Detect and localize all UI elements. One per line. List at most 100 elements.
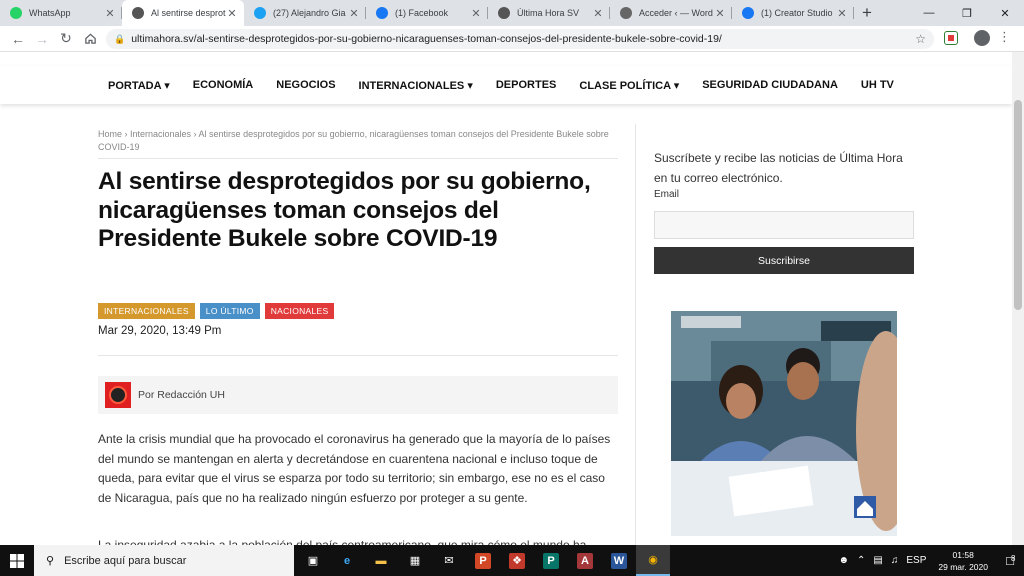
taskbar-clock[interactable]: 01:58 29 mar. 2020 xyxy=(938,549,988,573)
forward-button[interactable]: → xyxy=(30,27,54,51)
tab-label: (1) Facebook xyxy=(395,8,449,18)
category-tag[interactable]: INTERNACIONALES xyxy=(98,303,195,319)
category-tag[interactable]: LO ÚLTIMO xyxy=(199,303,260,319)
profile-avatar[interactable] xyxy=(974,30,990,46)
people-icon[interactable]: ☻ xyxy=(838,555,849,566)
nav-item[interactable]: PORTADA ▾ xyxy=(108,79,170,92)
word-taskbar-button[interactable]: W xyxy=(602,545,636,576)
page-scrollbar[interactable] xyxy=(1012,52,1024,545)
tab-label: Al sentirse desprot xyxy=(151,8,226,18)
language-indicator[interactable]: ESP xyxy=(906,555,926,566)
browser-toolbar: ← → ↻ 🔒 ultimahora.sv/al-sentirse-despro… xyxy=(0,26,1024,52)
restore-window-button[interactable]: ❐ xyxy=(948,0,986,26)
date-divider xyxy=(98,355,618,356)
arrow-right-icon: → xyxy=(35,30,49,47)
article-paragraph-cut: La inseguridad azabia a la población del… xyxy=(98,538,587,545)
extension-icon[interactable] xyxy=(944,31,958,45)
article-date: Mar 29, 2020, 13:49 Pm xyxy=(98,325,222,337)
store-taskbar-button[interactable]: ▦ xyxy=(398,545,432,576)
nav-item[interactable]: CLASE POLÍTICA ▾ xyxy=(579,79,679,92)
access-taskbar-button[interactable]: A xyxy=(568,545,602,576)
chrome-taskbar-button[interactable]: ◉ xyxy=(636,545,670,576)
scrollbar-thumb[interactable] xyxy=(1014,100,1022,310)
twitter-icon xyxy=(254,7,266,19)
home-icon xyxy=(84,33,96,44)
browser-tab[interactable]: Al sentirse desprot ✕ xyxy=(122,0,244,26)
task-view-taskbar-button[interactable]: ▣ xyxy=(296,545,330,576)
windows-logo-icon xyxy=(10,553,24,568)
arrow-left-icon: ← xyxy=(11,30,25,47)
subscribe-button[interactable]: Suscribirse xyxy=(654,247,914,274)
edge-taskbar-button[interactable]: e xyxy=(330,545,364,576)
browser-tab[interactable]: (1) Creator Studio ✕ xyxy=(732,0,854,26)
close-tab-icon[interactable]: ✕ xyxy=(592,7,604,20)
tab-label: (1) Creator Studio xyxy=(761,8,833,18)
article-paragraph: Ante la crisis mundial que ha provocado … xyxy=(98,432,611,505)
edge-icon: e xyxy=(343,554,351,567)
tab-label: Acceder ‹ — Word xyxy=(639,8,713,18)
sidebar-divider xyxy=(635,124,636,545)
browser-tab[interactable]: (27) Alejandro Gia ✕ xyxy=(244,0,366,26)
bookmark-star-icon[interactable]: ☆ xyxy=(915,32,926,46)
nav-item[interactable]: NEGOCIOS xyxy=(276,79,335,91)
author-name[interactable]: Por Redacción UH xyxy=(138,389,225,401)
browser-tab[interactable]: (1) Facebook ✕ xyxy=(366,0,488,26)
address-bar[interactable]: 🔒 ultimahora.sv/al-sentirse-desprotegido… xyxy=(106,29,934,49)
nav-item[interactable]: INTERNACIONALES ▾ xyxy=(359,79,473,92)
tab-label: Última Hora SV xyxy=(517,8,580,18)
close-tab-icon[interactable]: ✕ xyxy=(104,7,116,20)
close-tab-icon[interactable]: ✕ xyxy=(348,7,360,20)
breadcrumb[interactable]: Home › Internacionales › Al sentirse des… xyxy=(98,128,618,154)
volume-icon[interactable]: ♫ xyxy=(891,555,899,566)
close-tab-icon[interactable]: ✕ xyxy=(226,7,238,20)
powerpoint-taskbar-button[interactable]: P xyxy=(466,545,500,576)
publisher-taskbar-button[interactable]: P xyxy=(534,545,568,576)
mail-taskbar-button[interactable]: ✉ xyxy=(432,545,466,576)
reload-icon: ↻ xyxy=(60,30,72,46)
sidebar-ad-image[interactable] xyxy=(671,311,897,536)
start-button[interactable] xyxy=(0,545,34,576)
category-tag[interactable]: NACIONALES xyxy=(264,303,335,319)
nav-item[interactable]: ECONOMÍA xyxy=(193,79,254,91)
gift-taskbar-button[interactable]: ❖ xyxy=(500,545,534,576)
browser-tab[interactable]: WhatsApp ✕ xyxy=(0,0,122,26)
reload-button[interactable]: ↻ xyxy=(54,27,78,51)
tab-label: (27) Alejandro Gia xyxy=(273,8,346,18)
site-navigation: PORTADA ▾ ECONOMÍA NEGOCIOS INTERNACIONALES… xyxy=(0,66,1012,104)
facebook-icon xyxy=(742,7,754,19)
store-icon: ▦ xyxy=(409,555,421,567)
browser-tab[interactable]: Última Hora SV ✕ xyxy=(488,0,610,26)
word-icon: W xyxy=(611,552,627,569)
back-button[interactable]: ← xyxy=(6,27,30,51)
task-view-icon: ▣ xyxy=(307,555,319,567)
subscribe-description: Suscríbete y recibe las noticias de Últi… xyxy=(654,151,903,185)
browser-tab[interactable]: Acceder ‹ — Word ✕ xyxy=(610,0,732,26)
browser-tab-strip: WhatsApp ✕ Al sentirse desprot ✕ (27) Alejan… xyxy=(0,0,1024,26)
close-tab-icon[interactable]: ✕ xyxy=(470,7,482,20)
tab-separator xyxy=(853,7,854,19)
close-tab-icon[interactable]: ✕ xyxy=(714,7,726,20)
windows-taskbar: ⚲ Escribe aquí para buscar ▣ e ▬ ▦ ✉ P ❖ P A W ◉ ☻… xyxy=(0,545,1024,576)
author-avatar xyxy=(105,382,131,408)
category-tags: INTERNACIONALES LO ÚLTIMO NACIONALES xyxy=(98,303,339,319)
taskbar-search[interactable]: ⚲ Escribe aquí para buscar xyxy=(34,545,294,576)
ultimahora-icon xyxy=(498,7,510,19)
nav-item[interactable]: UH TV xyxy=(861,79,894,91)
new-tab-button[interactable]: + xyxy=(854,0,880,26)
menu-kebab-icon[interactable]: ⋮ xyxy=(998,29,1011,45)
email-field[interactable] xyxy=(654,211,914,239)
file-explorer-taskbar-button[interactable]: ▬ xyxy=(364,545,398,576)
home-button[interactable] xyxy=(78,27,102,51)
powerpoint-icon: P xyxy=(475,552,491,569)
minimize-window-button[interactable]: — xyxy=(910,0,948,26)
close-window-button[interactable]: ✕ xyxy=(986,0,1024,26)
action-center-button[interactable]: □ 8 xyxy=(996,545,1024,576)
nav-item[interactable]: DEPORTES xyxy=(496,79,557,91)
nav-item[interactable]: SEGURIDAD CIUDADANA xyxy=(702,79,838,91)
ultimahora-icon xyxy=(132,7,144,19)
close-tab-icon[interactable]: ✕ xyxy=(836,7,848,20)
facebook-icon xyxy=(376,7,388,19)
gift-icon: ❖ xyxy=(509,552,525,569)
network-icon[interactable]: ▤ xyxy=(873,555,882,566)
chevron-up-icon[interactable]: ⌃ xyxy=(857,555,865,566)
